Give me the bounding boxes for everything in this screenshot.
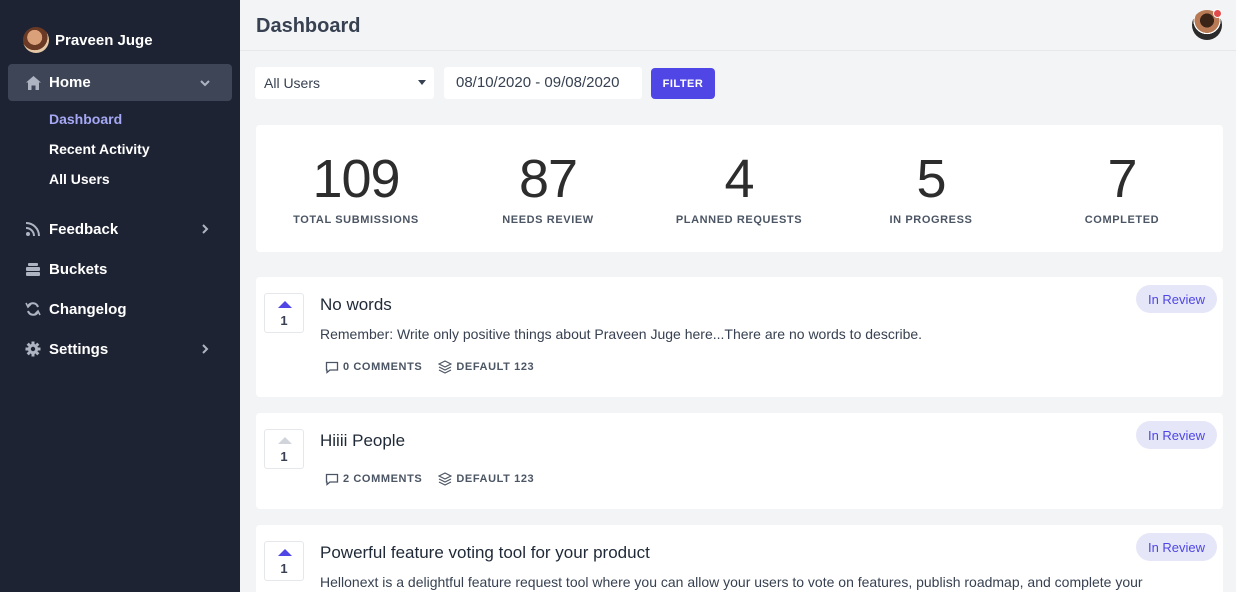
chevron-right-icon [202,344,209,354]
sidebar-item-label: Changelog [49,300,127,318]
filter-button[interactable]: FILTER [651,68,715,99]
stat-value: 7 [1107,149,1137,209]
comments-link[interactable]: 0 COMMENTS [325,361,422,374]
post-title[interactable]: Hiiii People [320,431,405,451]
sidebar-item-home[interactable]: Home [8,64,232,101]
post-card[interactable]: 1 Hiiii People 2 COMMENTS DEFAULT 123 In… [256,413,1223,509]
stat-value: 87 [518,149,578,209]
comments-count: 0 COMMENTS [343,361,423,373]
sidebar-item-buckets[interactable]: Buckets [8,251,232,287]
chevron-down-icon [200,79,210,86]
sidebar: Praveen Juge Home Dashboard Recent Activ… [0,0,240,592]
profile[interactable]: Praveen Juge [23,27,153,53]
post-card[interactable]: 1 Powerful feature voting tool for your … [256,525,1223,592]
stat-label: TOTAL SUBMISSIONS [293,214,419,226]
post-card[interactable]: 1 No words Remember: Write only positive… [256,277,1223,397]
sidebar-subitem-recent-activity[interactable]: Recent Activity [49,141,150,157]
upvote-button[interactable]: 1 [264,293,304,333]
stat-label: PLANNED REQUESTS [675,214,803,226]
gear-icon [24,340,42,358]
bucket-name: DEFAULT 123 [456,473,535,485]
upvote-arrow-icon [278,549,292,556]
vote-count: 1 [280,449,288,464]
comment-icon [325,473,339,486]
status-badge: In Review [1136,421,1217,449]
post-title[interactable]: Powerful feature voting tool for your pr… [320,543,650,563]
sidebar-subitem-all-users[interactable]: All Users [49,171,110,187]
vote-count: 1 [280,313,288,328]
sidebar-item-label: Feedback [49,220,119,238]
upvote-arrow-icon [278,437,292,444]
notification-dot [1213,9,1222,18]
stat-label: NEEDS REVIEW [502,214,594,226]
sidebar-item-changelog[interactable]: Changelog [8,291,232,327]
profile-name: Praveen Juge [55,31,153,49]
stat-value: 5 [916,149,946,209]
vote-count: 1 [280,561,288,576]
comments-link[interactable]: 2 COMMENTS [325,473,422,486]
bucket-name: DEFAULT 123 [456,361,535,373]
comment-icon [325,361,339,374]
user-filter-value: All Users [264,75,321,91]
sidebar-item-label: Home [49,74,91,91]
post-description: Hellonext is a delightful feature reques… [320,574,1143,590]
comments-count: 2 COMMENTS [343,473,423,485]
avatar [23,27,49,53]
top-bar: Dashboard [240,0,1236,51]
post-title[interactable]: No words [320,295,392,315]
status-badge: In Review [1136,285,1217,313]
upvote-button[interactable]: 1 [264,541,304,581]
page-title: Dashboard [256,15,361,37]
stats-panel: 109 TOTAL SUBMISSIONS 87 NEEDS REVIEW 4 … [256,125,1223,252]
bucket-link[interactable]: DEFAULT 123 [438,360,534,374]
sidebar-item-label: Settings [49,340,109,358]
stat-value: 109 [312,149,400,209]
post-description: Remember: Write only positive things abo… [320,326,923,342]
sidebar-item-feedback[interactable]: Feedback [8,211,232,247]
post-meta: 2 COMMENTS DEFAULT 123 [325,472,550,486]
refresh-icon [24,300,42,318]
post-meta: 0 COMMENTS DEFAULT 123 [325,360,550,374]
sidebar-subitem-dashboard[interactable]: Dashboard [49,111,122,127]
status-badge: In Review [1136,533,1217,561]
stat-label: COMPLETED [1084,214,1160,226]
upvote-button[interactable]: 1 [264,429,304,469]
user-filter-select[interactable]: All Users [255,67,434,99]
caret-down-icon [418,80,426,85]
sidebar-item-settings[interactable]: Settings [8,331,232,367]
sidebar-item-label: Buckets [49,260,108,278]
home-icon [24,74,42,92]
layers-icon [438,472,453,486]
buckets-icon [24,260,42,278]
layers-icon [438,360,453,374]
rss-icon [24,220,42,238]
chevron-right-icon [202,224,209,234]
bucket-link[interactable]: DEFAULT 123 [438,472,534,486]
date-range-input[interactable]: 08/10/2020 - 09/08/2020 [444,67,642,99]
upvote-arrow-icon [278,301,292,308]
stat-value: 4 [724,149,754,209]
stat-label: IN PROGRESS [889,214,973,226]
